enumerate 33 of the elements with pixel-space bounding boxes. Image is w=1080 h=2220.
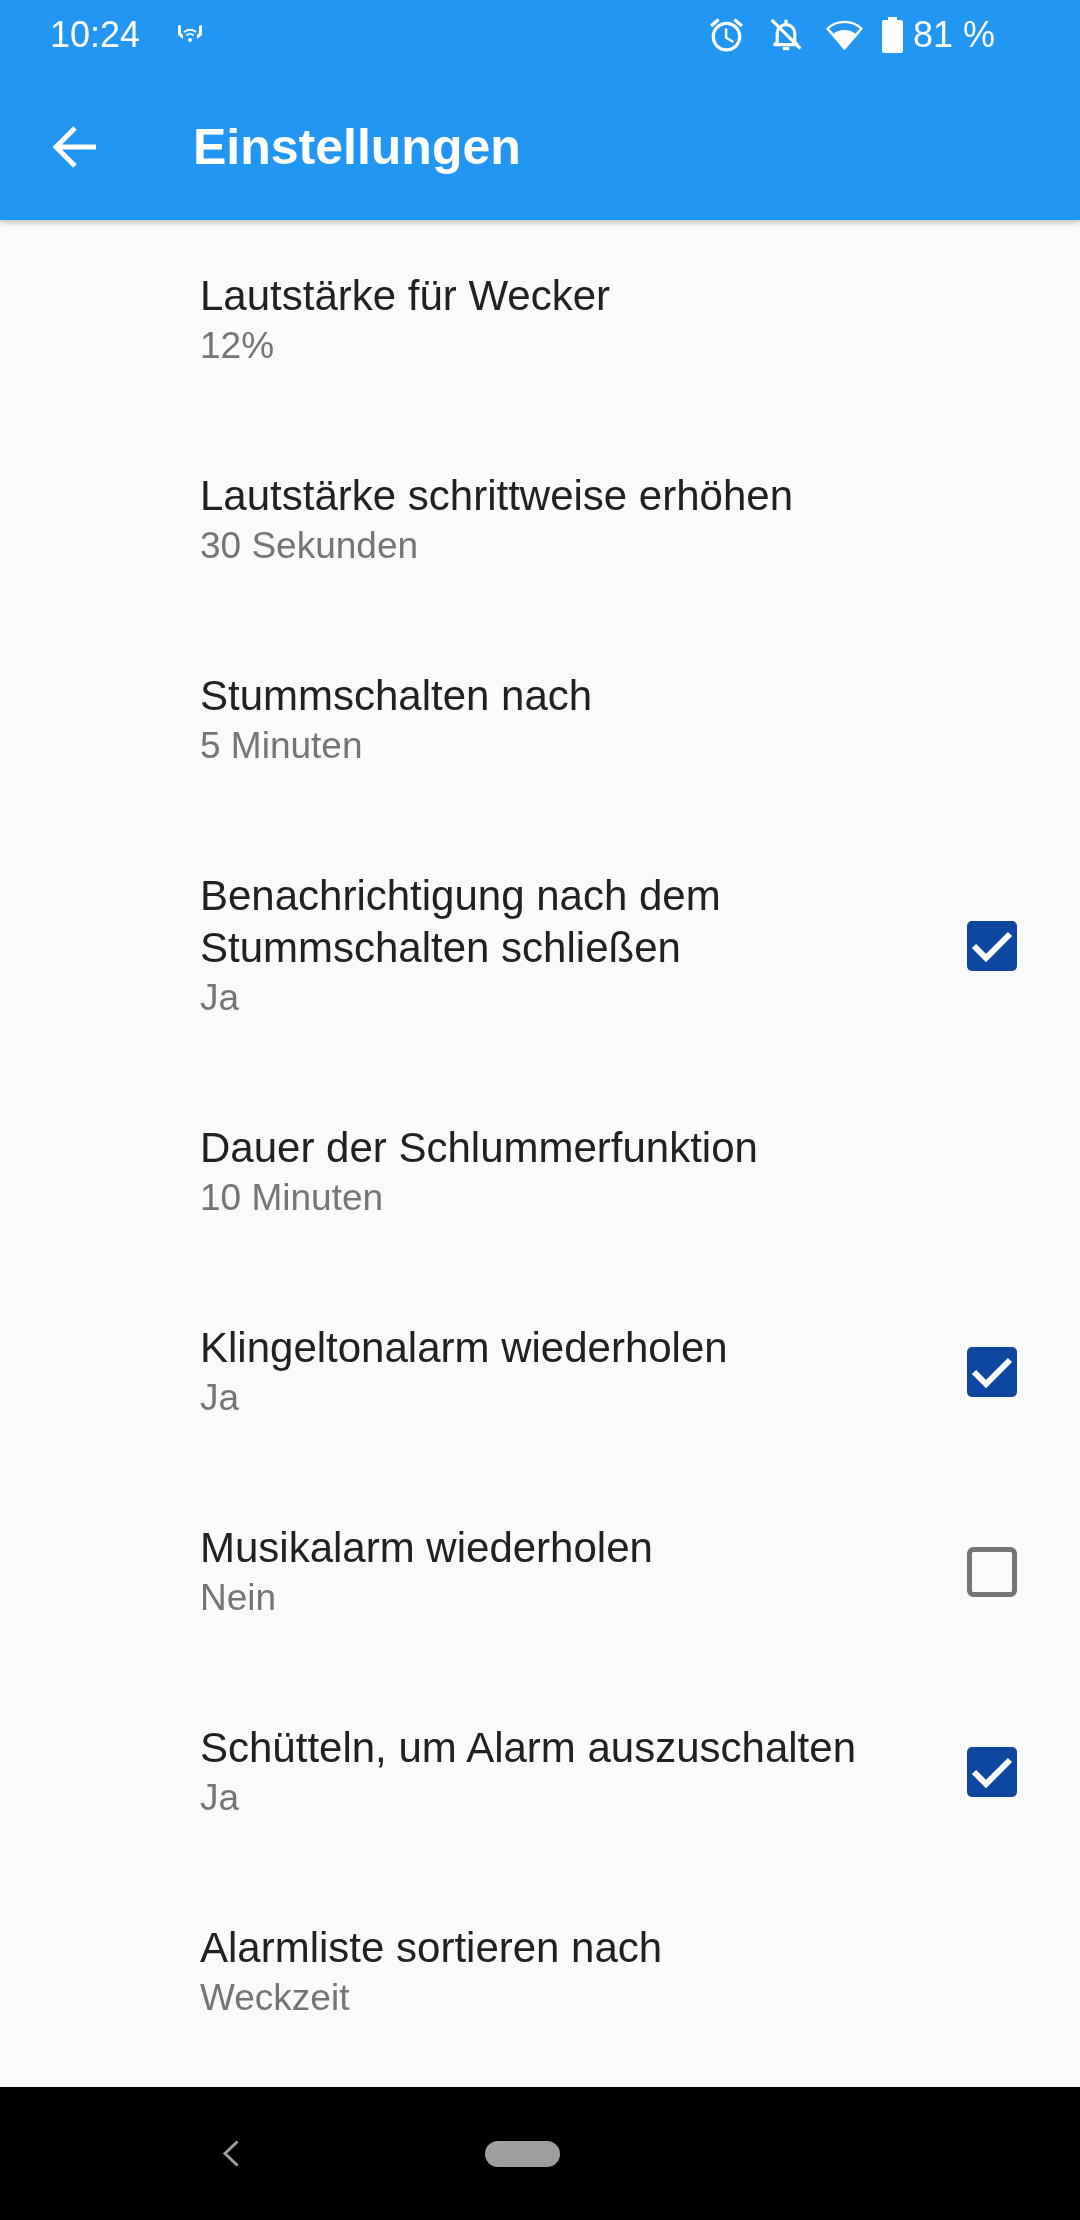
status-time: 10:24	[50, 13, 141, 56]
setting-summary: Ja	[200, 1376, 240, 1420]
setting-title: Klingeltonalarm wiederholen	[200, 1323, 728, 1373]
bell-slash-icon	[769, 17, 802, 52]
setting-title: Alarmliste sortieren nach	[200, 1923, 663, 1973]
nav-back-icon[interactable]	[222, 2140, 239, 2167]
setting-summary: Nein	[200, 1576, 277, 1620]
home-handle[interactable]	[485, 2140, 560, 2167]
setting-summary: Ja	[200, 1776, 240, 1820]
setting-summary: Ja	[200, 976, 240, 1020]
setting-summary: 5 Minuten	[200, 724, 363, 768]
setting-title: Benachrichtigung nach dem Stummschalten schließen	[200, 871, 722, 973]
back-arrow-icon	[53, 125, 97, 168]
battery-icon	[881, 16, 903, 53]
setting-summary: 30 Sekunden	[200, 524, 419, 568]
setting-title: Musikalarm wiederholen	[200, 1523, 653, 1573]
setting-title: Lautstärke für Wecker	[200, 271, 611, 321]
screen-title: Einstellungen	[193, 117, 521, 176]
setting-summary: Weckzeit	[200, 1976, 350, 2020]
wifi-icon	[825, 19, 863, 50]
checkbox[interactable]	[967, 1547, 1017, 1597]
checkbox[interactable]	[967, 1747, 1017, 1797]
back-button[interactable]	[53, 125, 97, 168]
setting-title: Lautstärke schrittweise erhöhen	[200, 471, 793, 521]
checkbox[interactable]	[967, 921, 1017, 971]
setting-title: Schütteln, um Alarm auszuschalten	[200, 1723, 856, 1773]
setting-summary: 10 Minuten	[200, 1176, 384, 1220]
alarm-clock-icon	[709, 16, 743, 53]
setting-title: Dauer der Schlummerfunktion	[200, 1123, 758, 1173]
setting-summary: 12%	[200, 324, 275, 368]
battery-percent: 81 %	[912, 13, 995, 56]
setting-title: Stummschalten nach	[200, 671, 593, 721]
checkbox[interactable]	[967, 1347, 1017, 1397]
